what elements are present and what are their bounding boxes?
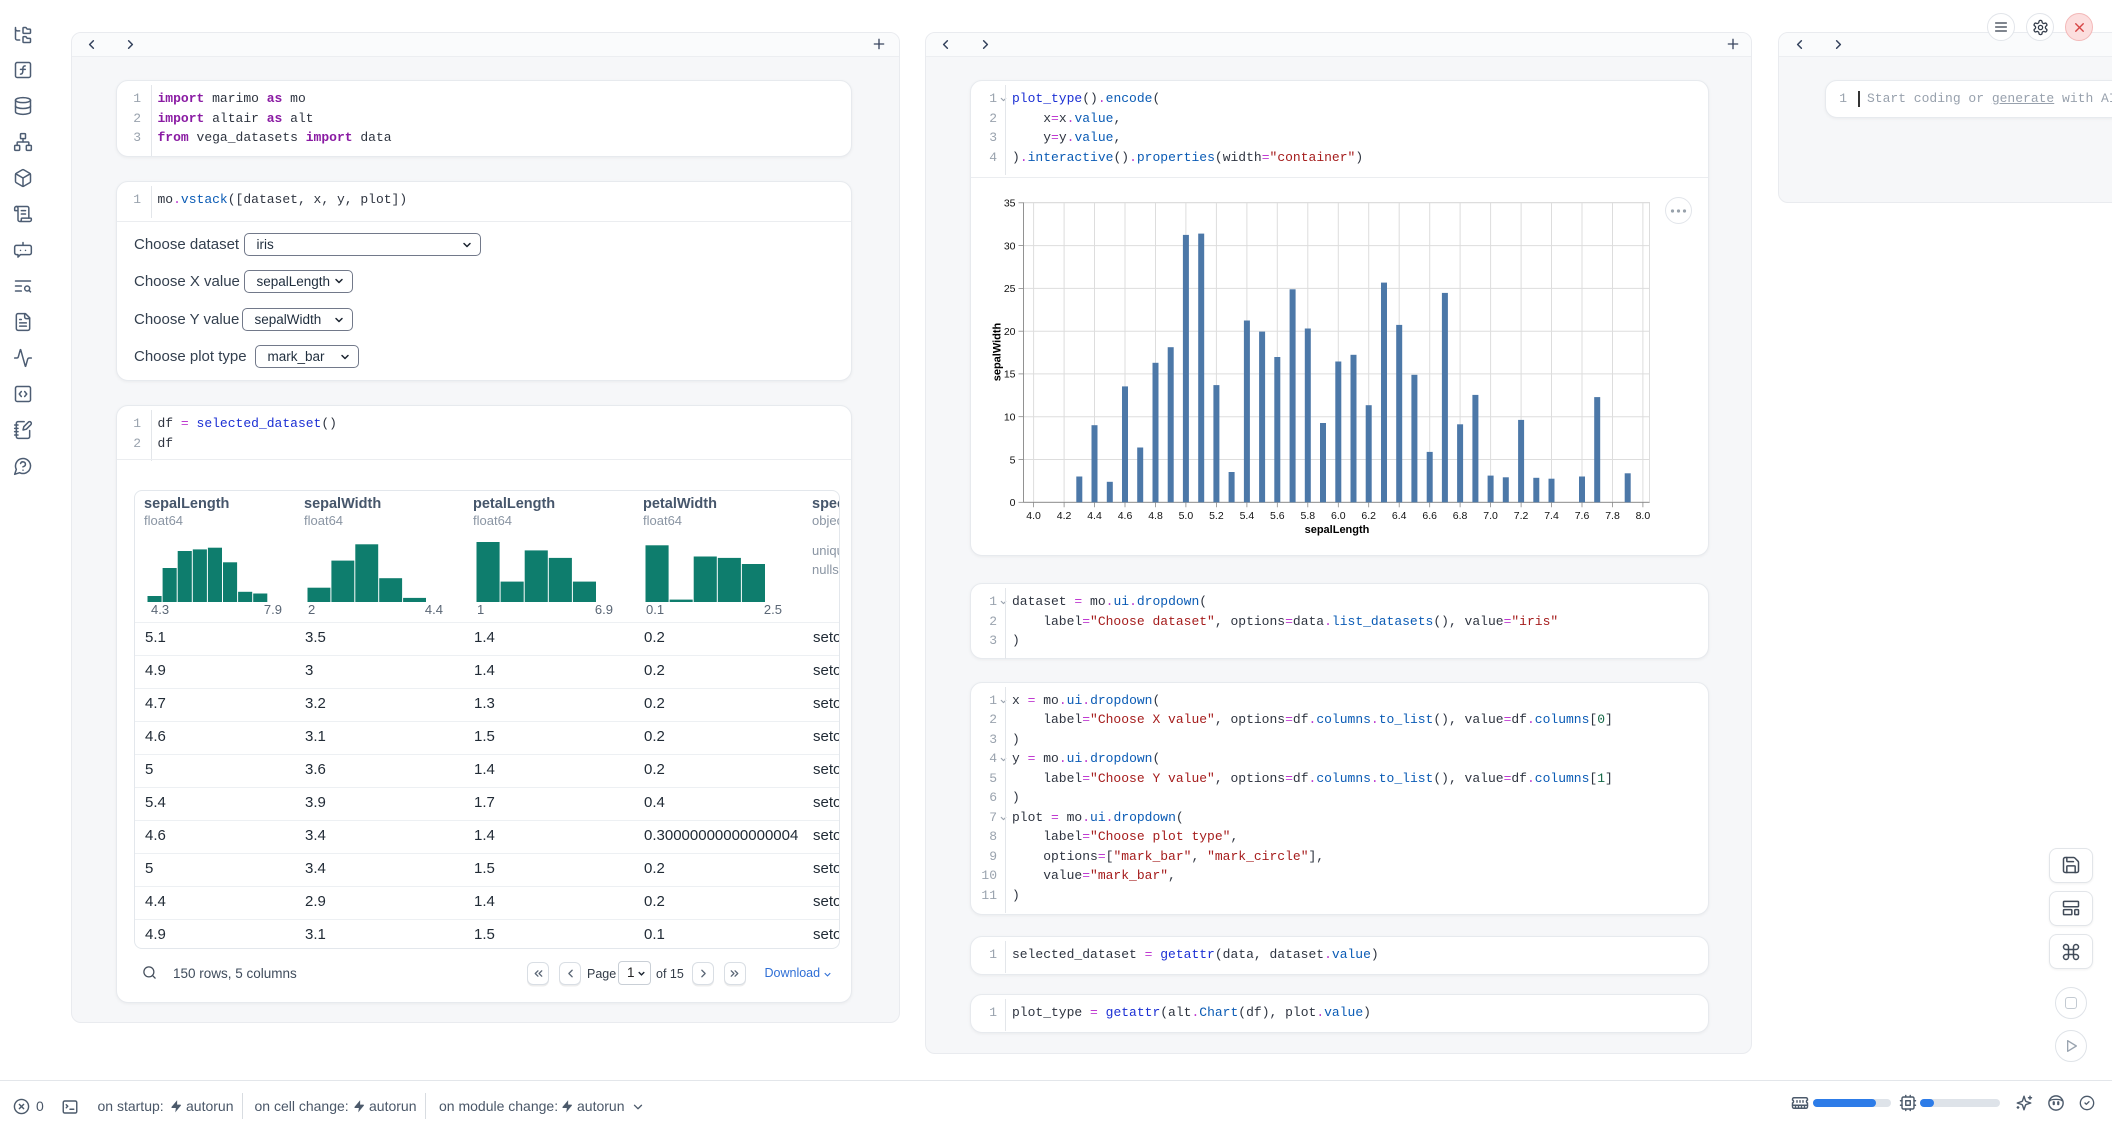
- svg-text:4.4: 4.4: [1087, 510, 1102, 522]
- svg-text:sepalWidth: sepalWidth: [992, 322, 1004, 381]
- svg-text:7.8: 7.8: [1605, 510, 1620, 522]
- svg-text:sepalLength: sepalLength: [1305, 524, 1370, 536]
- svg-text:7.6: 7.6: [1575, 510, 1590, 522]
- svg-text:10: 10: [1004, 412, 1016, 424]
- svg-text:5: 5: [1010, 454, 1016, 466]
- svg-text:8.0: 8.0: [1636, 510, 1651, 522]
- svg-text:5.4: 5.4: [1240, 510, 1255, 522]
- svg-text:15: 15: [1004, 369, 1016, 381]
- svg-text:30: 30: [1004, 240, 1016, 252]
- svg-text:7.4: 7.4: [1544, 510, 1559, 522]
- svg-text:5.2: 5.2: [1209, 510, 1224, 522]
- svg-text:4.0: 4.0: [1026, 510, 1041, 522]
- svg-text:4.6: 4.6: [1118, 510, 1133, 522]
- svg-text:6.4: 6.4: [1392, 510, 1407, 522]
- svg-text:7.2: 7.2: [1514, 510, 1529, 522]
- svg-text:6.2: 6.2: [1361, 510, 1376, 522]
- svg-text:35: 35: [1004, 198, 1016, 210]
- svg-text:6.8: 6.8: [1453, 510, 1468, 522]
- svg-text:0: 0: [1010, 497, 1016, 509]
- svg-text:4.2: 4.2: [1057, 510, 1072, 522]
- svg-text:5.0: 5.0: [1179, 510, 1194, 522]
- svg-text:25: 25: [1004, 283, 1016, 295]
- svg-text:20: 20: [1004, 326, 1016, 338]
- svg-text:4.8: 4.8: [1148, 510, 1163, 522]
- svg-text:6.6: 6.6: [1422, 510, 1437, 522]
- svg-text:6.0: 6.0: [1331, 510, 1346, 522]
- svg-text:7.0: 7.0: [1483, 510, 1498, 522]
- svg-text:5.6: 5.6: [1270, 510, 1285, 522]
- svg-text:5.8: 5.8: [1300, 510, 1315, 522]
